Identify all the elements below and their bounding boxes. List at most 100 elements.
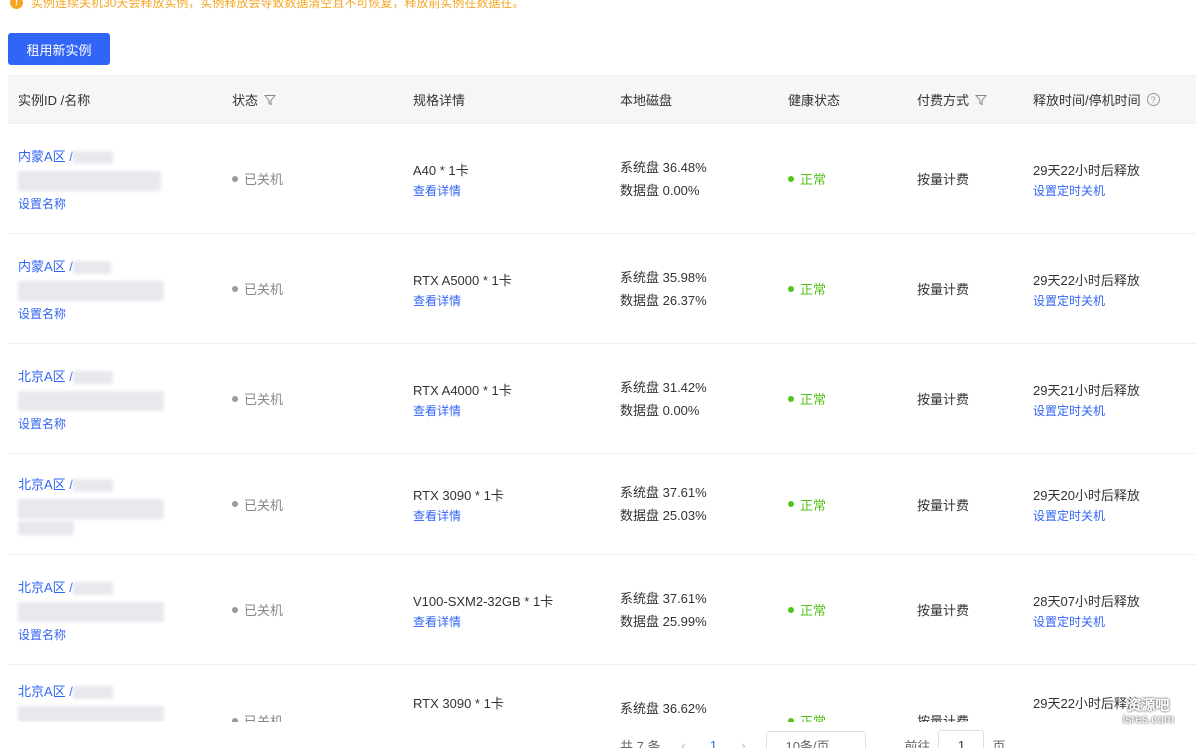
pagination: 共 7 条 ‹ 1 › 10条/页 前往 页 xyxy=(620,730,1006,748)
header-status-label: 状态 xyxy=(232,93,259,108)
release-cell: 29天22小时后释放设置定时关机 xyxy=(1023,234,1196,343)
header-release-label: 释放时间/停机时间 xyxy=(1033,93,1141,108)
view-details-link[interactable]: 查看详情 xyxy=(413,292,610,309)
table-row: 北京A区 / 已关机 RTX 3090 * 1卡 系统盘 36.62% 正常 按… xyxy=(8,665,1196,722)
instance-region-link[interactable]: 北京A区 / xyxy=(18,369,73,384)
instance-cell: 内蒙A区 / 设置名称 xyxy=(8,124,222,233)
status-text: 已关机 xyxy=(244,172,284,187)
help-icon[interactable]: ? xyxy=(1146,93,1160,106)
masked-instance-id xyxy=(72,150,113,164)
spec-text: A40 * 1卡 xyxy=(413,162,469,178)
set-name-link[interactable]: 设置名称 xyxy=(18,415,222,432)
health-dot-icon xyxy=(788,395,794,402)
release-time: 28天07小时后释放 xyxy=(1033,593,1140,609)
table-row: 内蒙A区 / 设置名称 已关机 RTX A5000 * 1卡 查看详情 系统盘 3… xyxy=(8,234,1196,344)
release-notice-text: 实例连续关机30天会释放实例，实例释放会导致数据清空且不可恢复，释放前实例在数据… xyxy=(31,0,525,10)
set-shutdown-link[interactable]: 设置定时关机 xyxy=(1033,402,1196,419)
disk-cell: 系统盘 36.62% xyxy=(610,665,778,722)
header-disk: 本地磁盘 xyxy=(620,93,673,108)
table-row: 北京A区 / 已关机 RTX 3090 * 1卡 查看详情 系统盘 37.61% 数… xyxy=(8,454,1196,555)
table-row: 北京A区 / 设置名称 已关机 RTX A4000 * 1卡 查看详情 系统盘 3… xyxy=(8,344,1196,454)
view-details-link[interactable]: 查看详情 xyxy=(413,402,610,419)
data-disk-usage: 数据盘 25.99% xyxy=(620,613,707,629)
set-shutdown-link[interactable]: 设置定时关机 xyxy=(1033,292,1196,309)
instance-cell: 北京A区 / 设置名称 xyxy=(8,555,222,664)
set-name-link[interactable]: 设置名称 xyxy=(18,305,222,322)
masked-instance-name xyxy=(18,170,161,191)
health-text: 正常 xyxy=(800,392,827,407)
system-disk-usage: 系统盘 37.61% xyxy=(620,485,707,500)
health-dot-icon xyxy=(788,175,794,182)
page-size-select[interactable]: 10条/页 xyxy=(766,731,867,748)
page-number[interactable]: 1 xyxy=(698,738,728,748)
view-details-link[interactable]: 查看详情 xyxy=(413,507,610,524)
set-shutdown-link[interactable]: 设置定时关机 xyxy=(1033,182,1196,199)
rent-new-instance-button[interactable]: 租用新实例 xyxy=(8,33,110,65)
set-name-link[interactable]: 设置名称 xyxy=(18,195,222,212)
watermark-line2: isres.com xyxy=(1122,712,1174,726)
disk-cell: 系统盘 37.61% 数据盘 25.99% xyxy=(610,555,778,664)
masked-instance-id xyxy=(72,478,113,492)
status-cell: 已关机 xyxy=(222,555,403,664)
header-status: 状态 xyxy=(222,90,403,109)
set-name-link[interactable]: 设置名称 xyxy=(18,626,222,643)
data-disk-usage: 数据盘 0.00% xyxy=(620,402,700,418)
data-disk-usage: 数据盘 25.03% xyxy=(620,508,707,523)
system-disk-usage: 系统盘 35.98% xyxy=(620,269,707,285)
disk-cell: 系统盘 31.42% 数据盘 0.00% xyxy=(610,344,778,453)
status-dot-icon xyxy=(232,501,238,507)
release-time: 29天22小时后释放 xyxy=(1033,272,1140,288)
watermark: 资源吧 isres.com xyxy=(1123,698,1174,726)
status-text: 已关机 xyxy=(244,282,284,297)
release-time: 29天22小时后释放 xyxy=(1033,162,1140,178)
instance-region-link[interactable]: 内蒙A区 / xyxy=(18,259,73,274)
view-details-link[interactable]: 查看详情 xyxy=(413,613,610,630)
masked-instance-id xyxy=(72,370,113,384)
status-filter-icon[interactable] xyxy=(264,94,277,106)
release-cell: 28天07小时后释放设置定时关机 xyxy=(1023,555,1196,664)
view-details-link[interactable]: 查看详情 xyxy=(413,182,610,199)
status-dot-icon xyxy=(232,175,238,182)
billing-filter-icon[interactable] xyxy=(975,94,988,106)
health-text: 正常 xyxy=(800,714,827,722)
release-notice: ! 实例连续关机30天会释放实例，实例释放会导致数据清空且不可恢复，释放前实例在… xyxy=(10,0,524,12)
spec-text: RTX 3090 * 1卡 xyxy=(413,696,504,711)
spec-text: V100-SXM2-32GB * 1卡 xyxy=(413,593,554,609)
status-text: 已关机 xyxy=(244,392,284,407)
spec-cell: RTX A5000 * 1卡 查看详情 xyxy=(403,234,610,343)
page-unit-label: 页 xyxy=(992,738,1006,748)
set-shutdown-link[interactable]: 设置定时关机 xyxy=(1033,507,1196,524)
health-cell: 正常 xyxy=(778,234,907,343)
set-shutdown-link[interactable]: 设置定时关机 xyxy=(1033,613,1196,630)
status-dot-icon xyxy=(232,395,238,402)
masked-instance-id xyxy=(72,260,111,274)
goto-label: 前往 xyxy=(904,738,931,748)
status-cell: 已关机 xyxy=(222,234,403,343)
health-dot-icon xyxy=(788,501,794,507)
instance-region-link[interactable]: 北京A区 / xyxy=(18,477,73,492)
health-cell: 正常 xyxy=(778,665,907,722)
spec-cell: RTX 3090 * 1卡 查看详情 xyxy=(403,454,610,554)
instance-table: 实例ID /名称 状态 规格详情 本地磁盘 健康状态 付费方式 释放时间/停机时… xyxy=(8,75,1196,722)
instance-region-link[interactable]: 北京A区 / xyxy=(18,684,73,699)
table-row: 内蒙A区 / 设置名称 已关机 A40 * 1卡 查看详情 系统盘 36.48% 数… xyxy=(8,124,1196,234)
billing-cell: 按量计费 xyxy=(917,497,970,513)
health-dot-icon xyxy=(788,606,794,613)
goto-page-input[interactable] xyxy=(938,730,985,748)
header-health: 健康状态 xyxy=(788,93,841,108)
masked-instance-name xyxy=(18,390,164,411)
instance-cell: 内蒙A区 / 设置名称 xyxy=(8,234,222,343)
instance-region-link[interactable]: 北京A区 / xyxy=(18,580,73,595)
system-disk-usage: 系统盘 36.48% xyxy=(620,159,707,175)
release-cell: 29天22小时后释放设置定时关机 xyxy=(1023,124,1196,233)
status-text: 已关机 xyxy=(244,714,284,722)
header-spec: 规格详情 xyxy=(413,93,466,108)
data-disk-usage: 数据盘 26.37% xyxy=(620,292,707,308)
prev-page-icon[interactable]: ‹ xyxy=(668,738,698,748)
billing-cell: 按量计费 xyxy=(917,603,970,618)
status-cell: 已关机 xyxy=(222,344,403,453)
health-cell: 正常 xyxy=(778,344,907,453)
system-disk-usage: 系统盘 36.62% xyxy=(620,701,707,716)
instance-region-link[interactable]: 内蒙A区 / xyxy=(18,149,73,164)
next-page-icon[interactable]: › xyxy=(728,738,758,748)
